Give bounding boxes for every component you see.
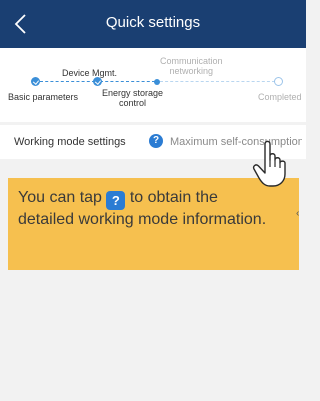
working-mode-label: Working mode settings bbox=[14, 136, 126, 148]
tip-text-before: You can tap bbox=[18, 189, 102, 206]
step-dot-device-mgmt bbox=[93, 77, 102, 86]
step-label-basic-parameters: Basic parameters bbox=[8, 92, 79, 102]
step-label-energy-storage: Energy storage control bbox=[102, 88, 164, 108]
question-mark-icon: ? bbox=[106, 191, 126, 210]
question-mark-icon[interactable]: ? bbox=[149, 134, 163, 148]
page-title: Quick settings bbox=[105, 14, 201, 31]
callout-arrow: ‹ bbox=[296, 208, 300, 219]
hand-pointer-icon bbox=[252, 140, 286, 187]
step-label-communication: Communication networking bbox=[160, 56, 223, 76]
step-connector bbox=[100, 81, 155, 82]
progress-stepper: Device Mgmt. Communication networking Ba… bbox=[0, 48, 306, 122]
step-dot-completed bbox=[274, 77, 283, 86]
step-connector bbox=[160, 81, 275, 82]
step-dot-energy-storage bbox=[154, 78, 160, 85]
step-label-device-mgmt: Device Mgmt. bbox=[62, 68, 118, 78]
app-header: Quick settings bbox=[0, 0, 306, 48]
step-dot-basic-parameters bbox=[31, 77, 40, 86]
tip-text: You can tap ? to obtain the detailed wor… bbox=[18, 188, 278, 230]
step-connector bbox=[40, 81, 95, 82]
step-label-completed: Completed bbox=[258, 92, 302, 102]
